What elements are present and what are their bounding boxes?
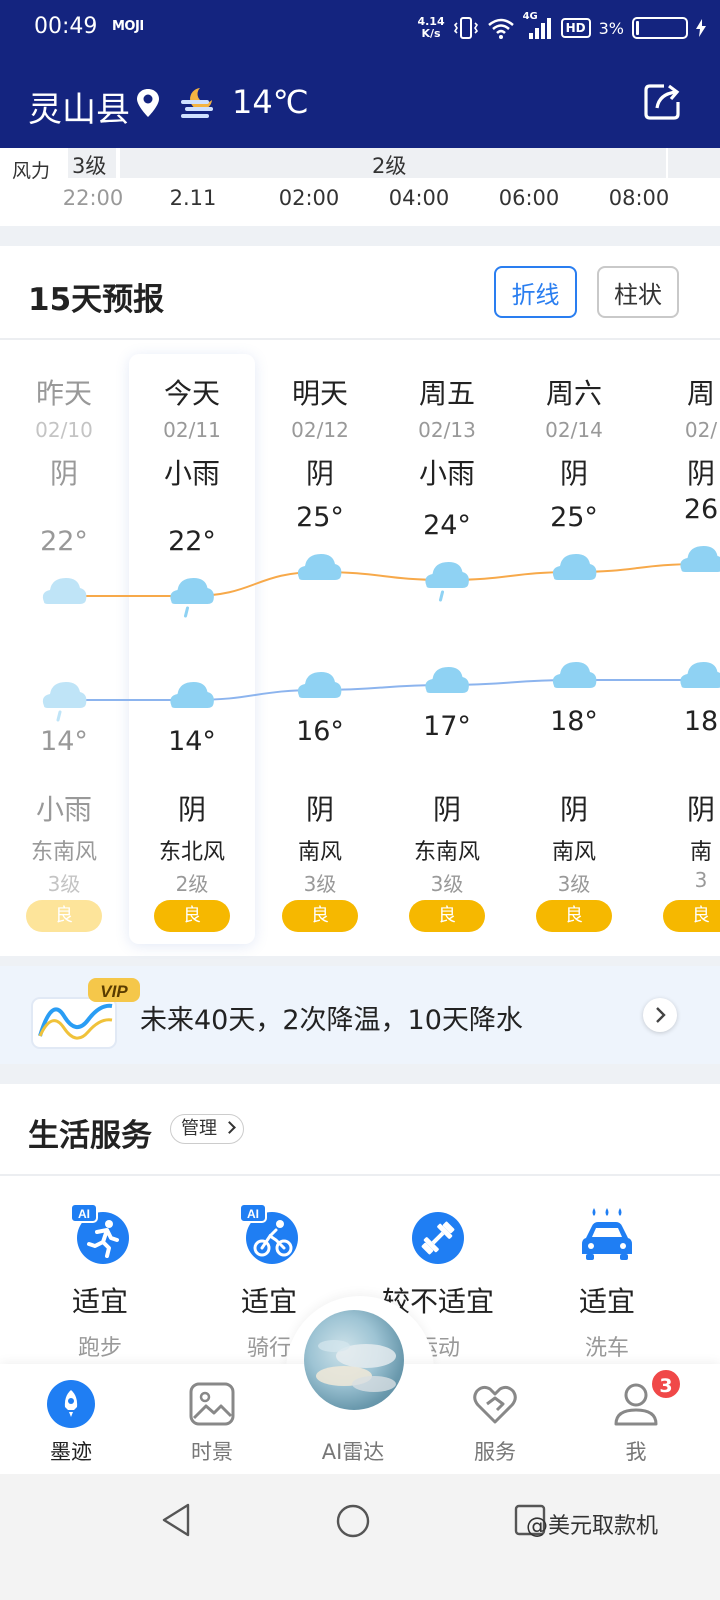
hour-tick: 06:00 xyxy=(498,186,560,210)
trend-chart-icon: VIP xyxy=(31,978,140,1049)
app-header: 灵山县 14℃ xyxy=(0,70,720,140)
net-speed-unit: K/s xyxy=(421,27,441,40)
charging-icon xyxy=(696,19,706,37)
service-running[interactable]: AI 适宜 跑步 xyxy=(15,1203,185,1362)
ai-radar-orb[interactable] xyxy=(304,1310,404,1410)
moji-notification-icon: MOJI xyxy=(112,19,144,34)
service-carwash[interactable]: 适宜 洗车 xyxy=(522,1204,692,1362)
hd-voice-icon: HD xyxy=(560,18,591,38)
night-weather-icon xyxy=(425,667,469,693)
nav-scenes[interactable]: 时景 xyxy=(142,1364,282,1474)
cycling-icon: AI xyxy=(238,1203,300,1266)
heart-handshake-icon xyxy=(473,1385,517,1424)
service-name: 洗车 xyxy=(584,1336,629,1361)
high-temp-line xyxy=(63,563,702,597)
battery-icon xyxy=(632,17,688,39)
day-weather-icon xyxy=(680,546,720,572)
back-icon[interactable] xyxy=(160,1502,192,1538)
chevron-right-icon[interactable] xyxy=(643,998,677,1032)
notification-badge: 3 xyxy=(650,1368,682,1400)
manage-label: 管理 xyxy=(181,1118,217,1139)
car-wash-icon xyxy=(576,1204,638,1266)
cellular-signal-icon: 4G xyxy=(523,11,553,41)
running-icon: AI xyxy=(69,1203,131,1266)
nav-moji[interactable]: 墨迹 xyxy=(1,1364,141,1474)
life-services-title: 生活服务 xyxy=(28,1118,152,1154)
home-icon[interactable] xyxy=(336,1504,370,1538)
divider xyxy=(0,338,720,340)
wifi-icon xyxy=(487,18,514,39)
status-right: 4.14 K/s 4G HD 3% xyxy=(417,11,706,44)
service-status: 适宜 xyxy=(71,1285,128,1318)
system-nav-bar: @美元取款机 xyxy=(0,1474,720,1600)
day-weather-icon xyxy=(170,578,214,618)
cloud-sky-icon xyxy=(316,1340,396,1392)
nav-label: 墨迹 xyxy=(50,1440,92,1464)
service-name: 跑步 xyxy=(77,1336,122,1361)
moon-cloud-haze-icon xyxy=(181,88,213,118)
nav-services[interactable]: 服务 xyxy=(425,1364,565,1474)
share-icon[interactable] xyxy=(640,80,684,124)
wind-segment-label: 3级 xyxy=(72,154,107,178)
hourly-wind-strip[interactable]: 风力 3级 2级 22:00 2.11 02:00 04:00 06:00 08… xyxy=(0,148,720,226)
day-weather-icon xyxy=(42,578,87,604)
chevron-right-icon xyxy=(223,1121,236,1134)
night-weather-icon xyxy=(170,682,214,708)
nav-me[interactable]: 我 xyxy=(566,1364,706,1474)
top-bar: 00:49 MOJI 4.14 K/s 4G HD 3% 灵山县 14℃ xyxy=(0,0,720,150)
day-weather-icon xyxy=(297,554,342,580)
forecast-title: 15天预报 xyxy=(28,282,165,318)
fifteen-day-forecast: 15天预报 折线 柱状 昨天 02/10 阴 22° 14° 小雨 东南风 3级… xyxy=(0,246,720,956)
current-temperature: 14℃ xyxy=(232,83,309,121)
nav-label: AI雷达 xyxy=(321,1440,385,1464)
divider xyxy=(0,1174,720,1176)
wind-label: 风力 xyxy=(12,160,51,182)
night-weather-icon xyxy=(552,662,597,688)
manage-button[interactable]: 管理 xyxy=(170,1114,244,1144)
wind-segment xyxy=(668,148,720,178)
hour-tick: 08:00 xyxy=(608,186,670,210)
line-chart-toggle[interactable]: 折线 xyxy=(494,266,577,318)
nav-label: 我 xyxy=(625,1440,647,1464)
wind-segment-label: 2级 xyxy=(372,154,407,178)
day-weather-icon xyxy=(552,554,597,580)
night-weather-icon xyxy=(680,662,720,688)
day-weather-icon xyxy=(425,562,469,602)
ai-badge: AI xyxy=(78,1207,90,1221)
nav-label: 时景 xyxy=(191,1440,233,1464)
nav-label: 服务 xyxy=(474,1440,516,1464)
night-weather-icon xyxy=(297,672,342,698)
battery-percent: 3% xyxy=(598,18,624,38)
hour-tick: 02:00 xyxy=(278,186,340,210)
ai-badge: AI xyxy=(247,1207,259,1221)
picture-icon xyxy=(189,1382,235,1426)
hour-tick: 2.11 xyxy=(169,186,217,210)
status-time: 00:49 xyxy=(34,14,98,39)
low-temp-line xyxy=(64,679,702,701)
vip-40day-banner[interactable]: VIP 未来40天，2次降温，10天降水 xyxy=(0,966,720,1064)
service-status: 适宜 xyxy=(578,1285,635,1318)
status-bar: 00:49 MOJI 4.14 K/s 4G HD 3% xyxy=(0,0,720,56)
location-pin-icon[interactable] xyxy=(136,88,160,118)
rocket-icon xyxy=(47,1380,95,1428)
net-speed: 4.14 K/s xyxy=(417,16,444,40)
hour-tick: 22:00 xyxy=(62,186,124,210)
hour-tick: 04:00 xyxy=(388,186,450,210)
vip-badge: VIP xyxy=(100,982,128,1001)
night-weather-icon xyxy=(42,682,87,722)
dumbbell-icon xyxy=(407,1204,469,1266)
bar-chart-toggle[interactable]: 柱状 xyxy=(597,266,679,318)
watermark: @美元取款机 xyxy=(526,1514,659,1539)
vibrate-icon xyxy=(453,17,478,39)
city-name[interactable]: 灵山县 xyxy=(28,82,130,131)
vip-banner-text: 未来40天，2次降温，10天降水 xyxy=(140,1005,523,1036)
temperature-line-chart xyxy=(42,546,720,722)
